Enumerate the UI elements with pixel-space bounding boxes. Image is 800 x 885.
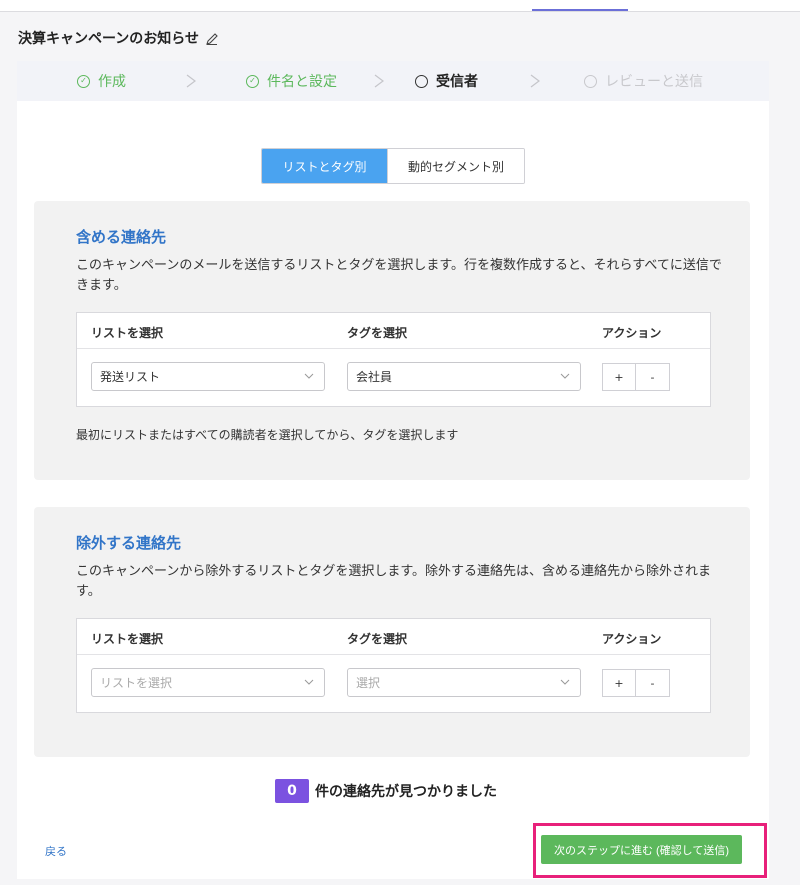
select-value: 発送リスト	[100, 370, 161, 384]
recipient-mode-toggle: リストとタグ別 動的セグメント別	[261, 148, 525, 184]
circle-icon	[584, 74, 597, 88]
row-actions: + -	[602, 669, 670, 697]
select-placeholder: リストを選択	[100, 676, 173, 690]
step-label: 件名と設定	[267, 74, 337, 90]
page-header: 決算キャンペーンのお知らせ	[18, 28, 219, 48]
check-circle-icon: ✓	[77, 74, 90, 88]
column-header-tag: タグを選択	[347, 326, 408, 340]
add-row-button[interactable]: +	[602, 363, 636, 391]
step-label: 受信者	[436, 74, 478, 90]
column-header-tag: タグを選択	[347, 632, 408, 646]
include-panel-description: このキャンペーンのメールを送信するリストとタグを選択します。行を複数作成すると、…	[76, 258, 722, 293]
pencil-icon[interactable]	[205, 31, 219, 45]
column-header-action: アクション	[602, 632, 662, 646]
include-tag-select[interactable]: 会社員	[347, 362, 581, 391]
step-create[interactable]: ✓ 作成	[77, 61, 126, 101]
circle-icon	[415, 74, 428, 88]
exclude-panel-description: このキャンペーンから除外するリストとタグを選択します。除外する連絡先は、含める連…	[76, 564, 712, 599]
select-placeholder: 選択	[356, 676, 381, 690]
add-row-button[interactable]: +	[602, 669, 636, 697]
exclude-tag-select[interactable]: 選択	[347, 668, 581, 697]
stepper: ✓ 作成 ✓ 件名と設定 受信者 レビューと送信	[17, 61, 769, 101]
check-circle-icon: ✓	[246, 74, 259, 88]
active-tab-indicator	[532, 9, 628, 11]
column-header-list: リストを選択	[91, 326, 164, 340]
include-list-select[interactable]: 発送リスト	[91, 362, 325, 391]
contacts-found-summary: 0 件の連絡先が見つかりました	[275, 778, 497, 804]
remove-row-button[interactable]: -	[636, 669, 670, 697]
table-row: 発送リスト 会社員 + -	[77, 349, 710, 406]
contact-count-badge: 0	[275, 779, 309, 803]
table-header: リストを選択 タグを選択 アクション	[77, 619, 710, 655]
step-label: 作成	[98, 74, 126, 90]
step-subject-settings[interactable]: ✓ 件名と設定	[246, 61, 337, 101]
column-header-list: リストを選択	[91, 632, 164, 646]
step-label: レビューと送信	[605, 74, 703, 90]
exclude-list-select[interactable]: リストを選択	[91, 668, 325, 697]
exclude-panel-title: 除外する連絡先	[76, 534, 182, 552]
include-hint: 最初にリストまたはすべての購読者を選択してから、タグを選択します	[76, 428, 459, 442]
remove-row-button[interactable]: -	[636, 363, 670, 391]
campaign-card: ✓ 作成 ✓ 件名と設定 受信者 レビューと送信 リストとタグ別 動的セグメント…	[17, 61, 769, 879]
table-header: リストを選択 タグを選択 アクション	[77, 313, 710, 349]
chevron-down-icon	[304, 373, 314, 379]
tab-dynamic-segment[interactable]: 動的セグメント別	[387, 149, 524, 183]
exclude-contacts-panel: 除外する連絡先 このキャンペーンから除外するリストとタグを選択します。除外する連…	[34, 507, 750, 757]
include-contacts-panel: 含める連絡先 このキャンペーンのメールを送信するリストとタグを選択します。行を複…	[34, 201, 750, 480]
contacts-found-label: 件の連絡先が見つかりました	[315, 784, 497, 800]
chevron-right-icon	[374, 74, 384, 88]
chevron-down-icon	[560, 373, 570, 379]
chevron-down-icon	[304, 679, 314, 685]
row-actions: + -	[602, 363, 670, 391]
include-rules-table: リストを選択 タグを選択 アクション 発送リスト 会社員 + -	[76, 312, 711, 407]
select-value: 会社員	[356, 370, 393, 384]
step-recipients[interactable]: 受信者	[415, 61, 478, 101]
tab-lists-and-tags[interactable]: リストとタグ別	[262, 149, 387, 183]
exclude-rules-table: リストを選択 タグを選択 アクション リストを選択 選択 + -	[76, 618, 711, 713]
chevron-down-icon	[560, 679, 570, 685]
chevron-right-icon	[186, 74, 196, 88]
column-header-action: アクション	[602, 326, 662, 340]
top-bar	[0, 0, 800, 12]
page-title: 決算キャンペーンのお知らせ	[18, 31, 200, 47]
chevron-right-icon	[530, 74, 540, 88]
step-review-send[interactable]: レビューと送信	[584, 61, 703, 101]
back-link[interactable]: 戻る	[45, 843, 67, 859]
table-row: リストを選択 選択 + -	[77, 655, 710, 712]
include-panel-title: 含める連絡先	[76, 228, 167, 246]
next-step-button[interactable]: 次のステップに進む (確認して送信)	[541, 835, 742, 864]
